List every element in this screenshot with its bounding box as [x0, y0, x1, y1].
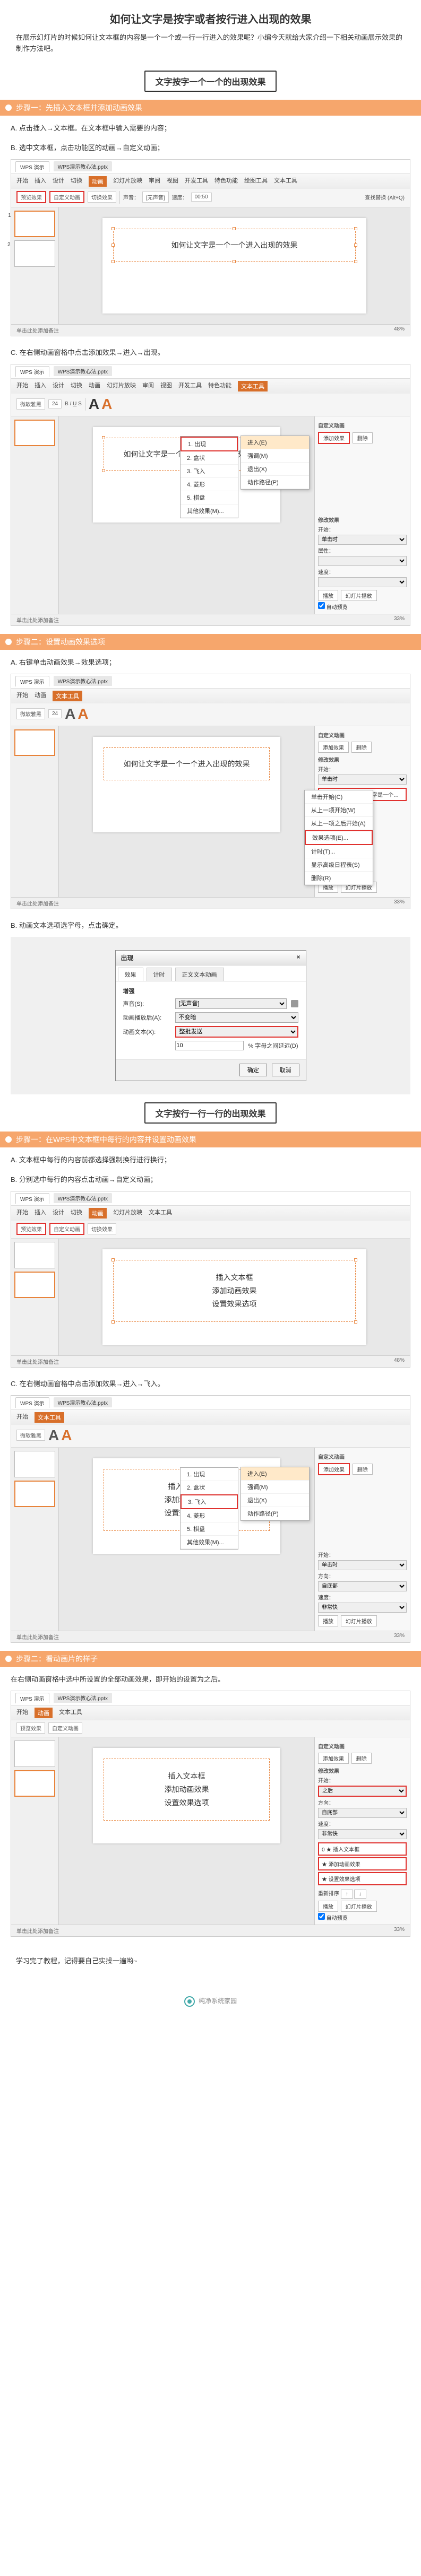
- section2-title: 文字按行一行一行的出现效果: [144, 1102, 276, 1124]
- step4-bar: 步骤二：看动画片的样子: [0, 1651, 421, 1667]
- custom-anim-btn[interactable]: 自定义动画: [49, 191, 84, 203]
- speed-val[interactable]: 00:50: [191, 193, 212, 202]
- flyin-item[interactable]: 3. 飞入: [181, 1494, 238, 1509]
- step1-c: C. 在右侧动画窗格中点击添加效果→进入→出现。: [0, 344, 421, 360]
- effect-options-item[interactable]: 效果选项(E)...: [305, 830, 373, 845]
- cancel-button[interactable]: 取消: [272, 1064, 299, 1076]
- effect-menu: 进入(E) 强调(M) 退出(X) 动作路径(P) 1. 出现 2. 盒状 3.…: [240, 436, 310, 490]
- screenshot-7: WPS 演示 WPS演示教心法.pptx 开始 动画 文本工具 预览效果 自定义…: [11, 1691, 410, 1937]
- step1-a: A. 点击插入→文本框。在文本框中输入需要的内容；: [0, 120, 421, 135]
- dialog-title: 出现: [121, 953, 134, 962]
- screenshot-5: WPS 演示 WPS演示教心法.pptx 开始 插入 设计 切换 动画 幻灯片放…: [11, 1191, 410, 1368]
- step3-c: C. 在右侧动画窗格中点击添加效果→进入→飞入。: [0, 1376, 421, 1391]
- transition-btn[interactable]: 切换效果: [88, 192, 116, 203]
- appear-item[interactable]: 1. 出现: [181, 437, 238, 451]
- step2-a: A. 右键单击动画效果→效果选项；: [0, 654, 421, 669]
- speed-label: 速度：: [172, 193, 188, 201]
- entrance-item[interactable]: 进入(E): [241, 436, 309, 449]
- tab-effect[interactable]: 效果: [118, 968, 143, 981]
- zoom[interactable]: 48%: [394, 326, 405, 334]
- find-replace[interactable]: 查找替换 (Alt+Q): [365, 193, 405, 201]
- menu-view[interactable]: 视图: [167, 176, 178, 187]
- step1-b: B. 选中文本框，点击功能区的动画→自定义动画；: [0, 140, 421, 155]
- section1-title: 文字按字一个一个的出现效果: [144, 71, 276, 92]
- menu-feat[interactable]: 特色功能: [214, 176, 238, 187]
- screenshot-4-dialog: 出现 × 效果 计时 正文文本动画 增强 声音(S): [无声音] 动画播放后(…: [11, 937, 410, 1094]
- intro-text: 在展示幻灯片的时候如何让文本框的内容是一个一个或一行一行进入的效果呢？小编今天就…: [0, 32, 421, 63]
- screenshot-1: WPS 演示 WPS演示教心法.pptx 开始 插入 设计 切换 动画 幻灯片放…: [11, 159, 410, 336]
- screenshot-3: WPS 演示 WPS演示教心法.pptx 开始 动画 文本工具 微软雅黑 24 …: [11, 674, 410, 909]
- menu-insert[interactable]: 插入: [35, 176, 46, 187]
- menu-trans[interactable]: 切换: [71, 176, 82, 187]
- ribbon: 预览效果 自定义动画 切换效果 声音： [无声音] 速度： 00:50 查找替换…: [11, 189, 410, 207]
- tab-textanim[interactable]: 正文文本动画: [175, 968, 224, 981]
- thumbnail-panel: 1 2: [11, 207, 59, 324]
- menu-review[interactable]: 审阅: [149, 176, 160, 187]
- notes-area[interactable]: 单击此处添加备注: [16, 326, 59, 334]
- menu-design[interactable]: 设计: [53, 176, 64, 187]
- menu-dev[interactable]: 开发工具: [185, 176, 208, 187]
- anim-pane: 自定义动画 添加效果 删除 进入(E) 强调(M) 退出(X) 动作路径(P) …: [314, 416, 410, 614]
- exit-item[interactable]: 退出(X): [241, 463, 309, 476]
- effect-dialog: 出现 × 效果 计时 正文文本动画 增强 声音(S): [无声音] 动画播放后(…: [115, 950, 306, 1081]
- tab-timing[interactable]: 计时: [147, 968, 172, 981]
- step4-text: 在右侧动画窗格中选中所设置的全部动画效果，即开始的设置为之后。: [0, 1671, 421, 1686]
- menu-draw[interactable]: 绘图工具: [244, 176, 268, 187]
- brand-name: 纯净系统家园: [199, 1997, 237, 2005]
- screenshot-2: WPS 演示 WPS演示教心法.pptx 开始 插入 设计 切换 动画 幻灯片放…: [11, 364, 410, 626]
- app-tab[interactable]: WPS 演示: [15, 366, 49, 377]
- step3-bar: 步骤一：在WPS中文本框中每行的内容并设置动画效果: [0, 1132, 421, 1147]
- size-select[interactable]: 24: [48, 399, 62, 408]
- after-select[interactable]: 不变暗: [175, 1012, 298, 1023]
- step2-b: B. 动画文本选项选字母，点击确定。: [0, 917, 421, 933]
- step1-bar: 步骤一：先插入文本框并添加动画效果: [0, 100, 421, 116]
- status-bar: 单击此处添加备注 48%: [11, 324, 410, 336]
- play-btn[interactable]: 播放: [318, 590, 338, 601]
- add-effect-btn[interactable]: 添加效果: [318, 432, 350, 444]
- sound-select[interactable]: [无声音]: [142, 192, 169, 203]
- footer: 纯净系统家园: [0, 1980, 421, 2023]
- thumb-1[interactable]: [14, 420, 55, 446]
- speaker-icon[interactable]: [291, 1000, 298, 1007]
- start-after-select[interactable]: 之后: [318, 1786, 407, 1797]
- ok-button[interactable]: 确定: [239, 1064, 267, 1076]
- menu-start[interactable]: 开始: [16, 176, 28, 187]
- brand-logo-icon: [184, 1996, 195, 2007]
- doc-tab[interactable]: WPS演示教心法.pptx: [54, 366, 112, 376]
- menu-text[interactable]: 文本工具: [274, 176, 297, 187]
- menu-anim[interactable]: 动画: [89, 176, 107, 187]
- motion-item[interactable]: 动作路径(P): [241, 476, 309, 489]
- emphasis-item[interactable]: 强调(M): [241, 449, 309, 463]
- closing-text: 学习完了教程，记得要自己实操一遍哟~: [0, 1945, 421, 1976]
- step3-b: B. 分别选中每行的内容点击动画→自定义动画；: [0, 1171, 421, 1187]
- thumb-2[interactable]: 2: [14, 240, 55, 267]
- sound-label: 声音：: [123, 193, 139, 201]
- step3-a: A. 文本框中每行的内容前都选择强制换行进行换行；: [0, 1152, 421, 1167]
- menubar: 开始 插入 设计 切换 动画 幻灯片放映 审阅 视图 开发工具 特色功能 绘图工…: [11, 174, 410, 189]
- screenshot-6: WPS 演示 WPS演示教心法.pptx 开始 文本工具 微软雅黑 AA 插入文…: [11, 1395, 410, 1643]
- thumb-1[interactable]: 1: [14, 211, 55, 237]
- textbox[interactable]: 如何让文字是一个一个进入出现的效果: [113, 229, 356, 262]
- delay-input[interactable]: [175, 1041, 244, 1050]
- start-select[interactable]: 单击时: [318, 535, 407, 545]
- step2-bar: 步骤二：设置动画效果选项: [0, 634, 421, 650]
- font-select[interactable]: 微软雅黑: [16, 398, 45, 410]
- animtext-select[interactable]: 整批发送 按字母: [175, 1026, 298, 1038]
- slideshow-btn[interactable]: 幻灯片播放: [341, 590, 377, 601]
- page-title: 如何让文字是按字或者按行进入出现的效果: [0, 0, 421, 32]
- menu-show[interactable]: 幻灯片放映: [113, 176, 142, 187]
- close-icon[interactable]: ×: [296, 953, 300, 962]
- app-tab[interactable]: WPS 演示: [15, 161, 49, 172]
- doc-tab[interactable]: WPS演示教心法.pptx: [54, 161, 112, 171]
- preview-btn[interactable]: 预览效果: [16, 191, 46, 203]
- sound-select[interactable]: [无声音]: [175, 998, 287, 1009]
- remove-btn[interactable]: 删除: [353, 432, 373, 443]
- slide-canvas: 如何让文字是一个一个进入出现的效果: [59, 207, 410, 324]
